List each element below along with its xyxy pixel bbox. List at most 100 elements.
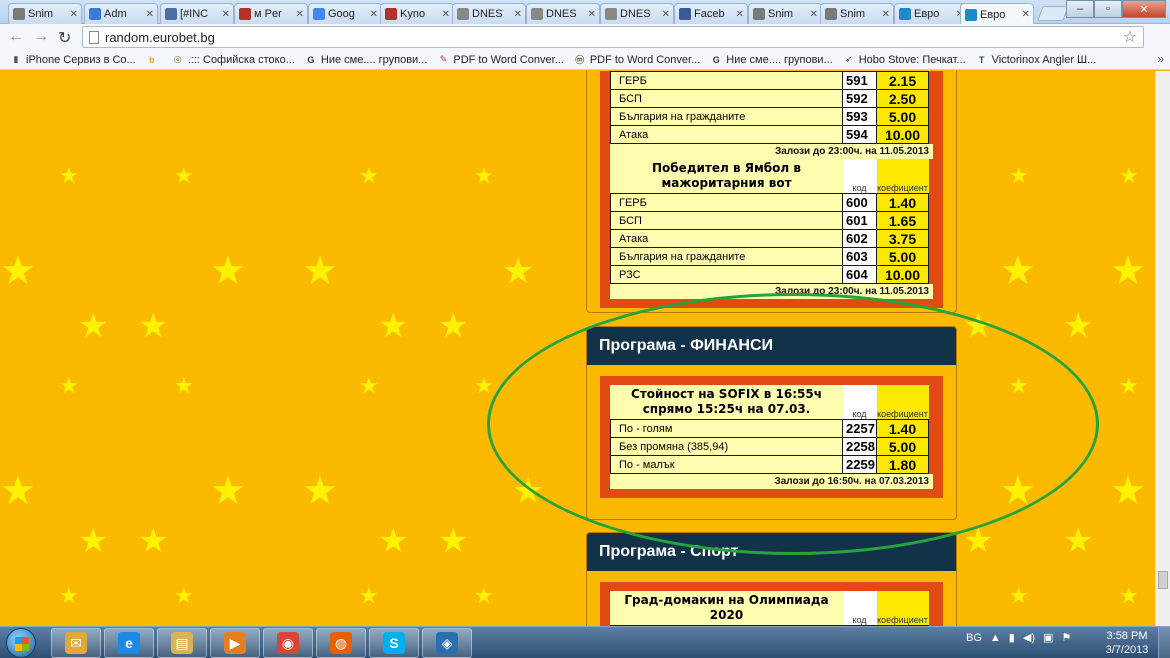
tab-close-icon[interactable]: ✕ xyxy=(514,9,522,20)
tab-9[interactable]: DNES ✕ xyxy=(600,3,674,24)
tab-7[interactable]: DNES ✕ xyxy=(452,3,526,24)
outcome-coefficient[interactable]: 2.50 xyxy=(876,89,929,108)
scrollbar-thumb[interactable] xyxy=(1158,571,1168,589)
taskbar-app-button[interactable]: e xyxy=(104,628,154,658)
tab-10[interactable]: Faceb ✕ xyxy=(674,3,748,24)
bet-row[interactable]: България на гражданите 593 5.00 xyxy=(610,107,929,126)
tab-close-icon[interactable]: ✕ xyxy=(588,9,596,20)
tab-8[interactable]: DNES ✕ xyxy=(526,3,600,24)
bet-row[interactable]: БСП 592 2.50 xyxy=(610,89,929,108)
bookmarks-overflow-icon[interactable]: » xyxy=(1157,52,1164,66)
power-icon[interactable]: ▮ xyxy=(1009,631,1015,644)
forward-arrow-icon[interactable]: → xyxy=(33,28,49,46)
maximize-button[interactable]: ▫ xyxy=(1094,0,1122,18)
outcome-coefficient[interactable]: 5.00 xyxy=(876,107,929,126)
tab-close-icon[interactable]: ✕ xyxy=(296,9,304,20)
taskbar-app-button[interactable]: ◉ xyxy=(263,628,313,658)
tab-13[interactable]: Евро✕ xyxy=(894,3,968,24)
outcome-coefficient[interactable]: 2.15 xyxy=(876,71,929,90)
tab-2[interactable]: Adm ✕ xyxy=(84,3,158,24)
bet-row[interactable]: ГЕРБ 591 2.15 xyxy=(610,71,929,90)
close-window-button[interactable]: ✕ xyxy=(1122,0,1166,18)
outcome-coefficient[interactable]: 3.75 xyxy=(876,229,929,248)
action-center-flag-icon[interactable]: ⚑ xyxy=(1061,631,1071,644)
tab-label: Goog xyxy=(328,8,355,20)
tab-11[interactable]: Snim ✕ xyxy=(748,3,822,24)
bookmark-item[interactable]: ✎ PDF to Word Conver... xyxy=(437,54,564,66)
tab-6[interactable]: Kyno ✕ xyxy=(380,3,454,24)
taskbar-app-button[interactable]: ▶ xyxy=(210,628,260,658)
volume-icon[interactable]: ◀) xyxy=(1023,631,1035,644)
outcome-code: 2259 xyxy=(842,455,877,474)
taskbar-app-button[interactable]: ◍ xyxy=(316,628,366,658)
bookmark-item[interactable]: ⓜ PDF to Word Conver... xyxy=(574,54,700,66)
outcome-coefficient[interactable]: 1.80 xyxy=(876,455,929,474)
bookmark-item[interactable]: G Ние сме.... групови... xyxy=(710,54,833,66)
outcome-coefficient[interactable]: 10.00 xyxy=(876,265,929,284)
network-icon[interactable]: ▣ xyxy=(1043,631,1053,644)
back-arrow-icon[interactable]: ← xyxy=(8,28,24,46)
outcome-coefficient[interactable]: 1.65 xyxy=(876,211,929,230)
clock[interactable]: 3:58 PM 3/7/2013 xyxy=(1102,629,1152,657)
outcome-coefficient[interactable]: 5.00 xyxy=(876,247,929,266)
bet-row[interactable]: По - малък 2259 1.80 xyxy=(610,455,929,474)
tab-strip: – ▫ ✕ Snim ✕ Adm ✕ [#INC ✕ м Per ✕ Goog ✕ Kyno ✕ DNE… xyxy=(0,0,1170,25)
bookmark-item[interactable]: T Victorinox Angler Ш... xyxy=(976,54,1096,66)
address-bar[interactable]: random.eurobet.bg ☆ xyxy=(82,26,1144,48)
start-button[interactable] xyxy=(6,628,36,658)
outcome-coefficient[interactable]: 1.40 xyxy=(876,193,929,212)
bookmark-item[interactable]: ◎ .::: Софийска стоко... xyxy=(172,54,295,66)
taskbar-app-button[interactable]: ✉ xyxy=(51,628,101,658)
bet-row[interactable]: РЗС 604 10.00 xyxy=(610,265,929,284)
tab-close-icon[interactable]: ✕ xyxy=(70,9,78,20)
taskbar-app-button[interactable]: ▤ xyxy=(157,628,207,658)
bet-row[interactable]: Без промяна (385,94) 2258 5.00 xyxy=(610,437,929,456)
background-star-icon: ★ xyxy=(0,469,36,513)
page-scrollbar[interactable] xyxy=(1155,71,1170,626)
bet-row[interactable]: Атака 602 3.75 xyxy=(610,229,929,248)
tab-3[interactable]: [#INC ✕ xyxy=(160,3,234,24)
minimize-button[interactable]: – xyxy=(1066,0,1094,18)
tab-1[interactable]: Snim ✕ xyxy=(8,3,82,24)
background-star-icon: ★ xyxy=(1119,163,1139,188)
tab-12[interactable]: Snim ✕ xyxy=(820,3,894,24)
bookmark-star-icon[interactable]: ☆ xyxy=(1123,27,1137,47)
tab-14[interactable]: Евро ✕ xyxy=(960,3,1034,25)
taskbar-app-button[interactable]: ◈ xyxy=(422,628,472,658)
tab-close-icon[interactable]: ✕ xyxy=(442,9,450,20)
bookmark-item[interactable]: b xyxy=(146,54,162,66)
tab-close-icon[interactable]: ✕ xyxy=(882,9,890,20)
language-indicator[interactable]: BG xyxy=(966,632,982,644)
bet-row[interactable]: БСП 601 1.65 xyxy=(610,211,929,230)
outcome-coefficient[interactable]: 10.00 xyxy=(876,125,929,144)
bet-row[interactable]: България на гражданите 603 5.00 xyxy=(610,247,929,266)
tab-close-icon[interactable]: ✕ xyxy=(662,9,670,20)
tab-close-icon[interactable]: ✕ xyxy=(370,9,378,20)
bet-row[interactable]: Атака 594 10.00 xyxy=(610,125,929,144)
system-tray: BG ▲ ▮ ◀) ▣ ⚑ xyxy=(966,631,1071,645)
bet-row[interactable]: ГЕРБ 600 1.40 xyxy=(610,193,929,212)
show-desktop-button[interactable] xyxy=(1158,627,1170,658)
outcome-coefficient[interactable]: 1.40 xyxy=(876,419,929,438)
tab-close-icon[interactable]: ✕ xyxy=(222,9,230,20)
show-hidden-icons-icon[interactable]: ▲ xyxy=(990,632,1001,644)
bet-row[interactable]: По - голям 2257 1.40 xyxy=(610,419,929,438)
new-tab-button[interactable] xyxy=(1037,6,1069,21)
tab-close-icon[interactable]: ✕ xyxy=(146,9,154,20)
tab-close-icon[interactable]: ✕ xyxy=(736,9,744,20)
bookmark-item[interactable]: ▮ iPhone Сервиз в Со... xyxy=(10,54,136,66)
tab-label: Snim xyxy=(768,8,794,20)
bookmark-item[interactable]: ➶ Hobo Stove: Печкат... xyxy=(843,54,966,66)
tab-4[interactable]: м Per ✕ xyxy=(234,3,308,24)
tab-label: DNES xyxy=(546,8,577,20)
background-star-icon: ★ xyxy=(138,307,169,345)
bookmark-item[interactable]: G Ние сме.... групови... xyxy=(305,54,427,66)
outcome-coefficient[interactable]: 5.00 xyxy=(876,437,929,456)
outcome-code: 600 xyxy=(842,193,877,212)
taskbar-app-button[interactable]: S xyxy=(369,628,419,658)
tab-close-icon[interactable]: ✕ xyxy=(1022,9,1030,20)
reload-icon[interactable]: ↻ xyxy=(58,28,71,48)
tab-close-icon[interactable]: ✕ xyxy=(810,9,818,20)
url-text[interactable]: random.eurobet.bg xyxy=(105,30,215,45)
tab-5[interactable]: Goog ✕ xyxy=(308,3,382,24)
